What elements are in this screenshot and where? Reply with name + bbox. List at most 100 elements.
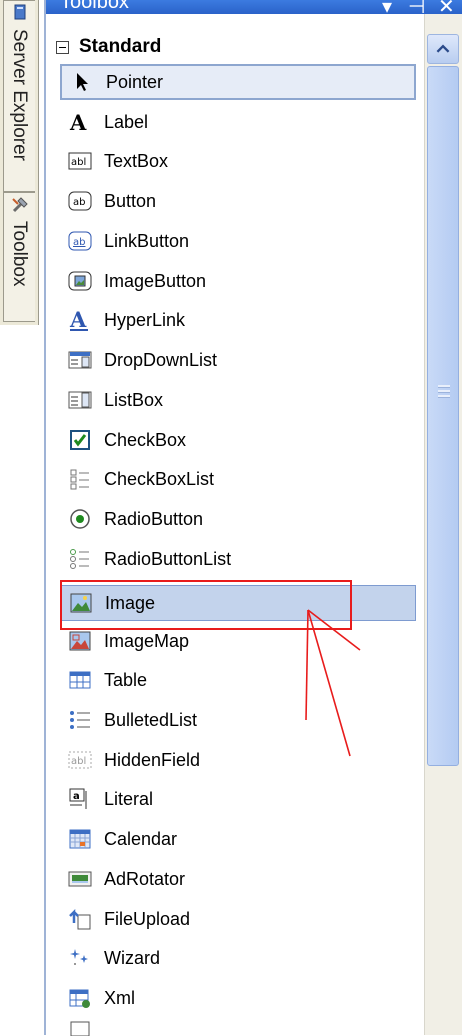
item-label: HiddenField (104, 749, 201, 770)
toolbox-item-partial[interactable] (60, 1020, 416, 1036)
toolbox-item-textbox[interactable]: abl TextBox (60, 143, 416, 179)
toolbox-item-adrotator[interactable]: AdRotator (60, 861, 416, 897)
item-label: Pointer (106, 71, 164, 92)
toolbox-icon (12, 197, 28, 213)
server-explorer-icon (14, 4, 26, 20)
textbox-icon: abl (68, 152, 92, 170)
scroll-up-button[interactable] (427, 34, 459, 64)
svg-text:a: a (73, 791, 80, 802)
chevron-up-icon (436, 44, 450, 53)
item-label: CheckBoxList (104, 468, 215, 489)
item-label: AdRotator (104, 868, 186, 889)
left-sidebar: Server Explorer Toolbox (0, 0, 40, 1035)
hiddenfield-icon: abl (68, 751, 92, 769)
toolbox-item-checkboxlist[interactable]: CheckBoxList (60, 461, 416, 497)
item-label: Label (104, 111, 149, 132)
toolbox-item-imagemap[interactable]: ImageMap (60, 623, 416, 659)
wizard-icon (70, 949, 88, 965)
auto-hide-pin-button[interactable]: ⊣ (408, 0, 425, 14)
adrotator-icon (68, 871, 92, 887)
checkboxlist-icon (70, 469, 89, 490)
toolbox-item-table[interactable]: Table (60, 662, 416, 698)
item-label: BulletedList (104, 709, 198, 730)
item-label: ImageButton (104, 270, 207, 291)
toolbox-item-pointer[interactable]: Pointer (60, 64, 416, 100)
toolbox-item-hiddenfield[interactable]: abl HiddenField (60, 742, 416, 778)
svg-text:abl: abl (71, 756, 86, 767)
item-label: Wizard (104, 947, 161, 968)
image-icon (70, 593, 92, 613)
svg-text:ab: ab (73, 237, 85, 248)
item-label: CheckBox (104, 429, 187, 450)
side-tab-strip: Server Explorer Toolbox (0, 0, 39, 325)
item-label: Calendar (104, 828, 178, 849)
radiobutton-icon (70, 509, 90, 529)
table-icon (69, 671, 91, 689)
toolbox-item-calendar[interactable]: Calendar (60, 821, 416, 857)
checkbox-icon (70, 430, 90, 450)
category-header-standard[interactable]: Standard (50, 34, 420, 60)
toolbox-item-listbox[interactable]: ListBox (60, 382, 416, 418)
bulletedlist-icon (70, 711, 90, 729)
item-label: ListBox (104, 389, 164, 410)
dropdownlist-icon (68, 351, 92, 369)
toolbox-item-linkbutton[interactable]: ab LinkButton (60, 223, 416, 259)
hyperlink-icon: A (69, 308, 88, 332)
item-label: DropDownList (104, 349, 218, 370)
scroll-thumb[interactable] (427, 66, 459, 766)
label-icon: A (69, 110, 87, 134)
toolbox-item-imagebutton[interactable]: ImageButton (60, 263, 416, 299)
linkbutton-icon: ab (68, 231, 92, 251)
toolbox-panel: Toolbox ▾ ⊣ ✕ Standard Pointer A Label a… (44, 0, 462, 1036)
close-button[interactable]: ✕ (438, 0, 455, 14)
toolbox-item-fileupload[interactable]: FileUpload (60, 901, 416, 937)
item-label: RadioButtonList (104, 548, 232, 569)
item-label: Xml (104, 987, 135, 1008)
calendar-icon (69, 829, 91, 849)
window-position-dropdown[interactable]: ▾ (382, 0, 392, 14)
toolbox-item-literal[interactable]: a Literal (60, 781, 416, 817)
toolbox-list: Standard Pointer A Label abl TextBox ab … (46, 14, 424, 1036)
item-label: RadioButton (104, 508, 204, 529)
xml-icon (69, 989, 90, 1008)
fileupload-icon (69, 908, 91, 930)
toolbox-item-xml[interactable]: Xml (60, 980, 416, 1016)
svg-text:ab: ab (73, 197, 85, 208)
item-label: LinkButton (104, 230, 190, 251)
toolbox-item-image[interactable]: Image (60, 585, 416, 621)
toolbox-item-hyperlink[interactable]: A HyperLink (60, 302, 416, 338)
toolbox-item-wizard[interactable]: Wizard (60, 940, 416, 976)
pointer-icon (77, 73, 88, 91)
svg-text:abl: abl (71, 157, 86, 168)
toolbox-item-radiobuttonlist[interactable]: RadioButtonList (60, 541, 416, 577)
item-label: HyperLink (104, 309, 186, 330)
side-tab-server-explorer[interactable]: Server Explorer (3, 0, 35, 192)
side-tab-server-explorer-label: Server Explorer (9, 29, 30, 161)
toolbox-item-button[interactable]: ab Button (60, 183, 416, 219)
imagebutton-icon (68, 271, 92, 291)
item-label: Button (104, 190, 157, 211)
vertical-scrollbar[interactable] (424, 14, 462, 1035)
button-icon: ab (68, 191, 92, 211)
radiobuttonlist-icon (70, 549, 89, 569)
collapse-icon[interactable] (56, 40, 69, 54)
toolbox-item-bulletedlist[interactable]: BulletedList (60, 702, 416, 738)
item-label: Table (104, 669, 148, 690)
category-label: Standard (79, 36, 162, 57)
item-label: TextBox (104, 150, 169, 171)
item-label: FileUpload (104, 908, 191, 929)
svg-text:A: A (69, 110, 87, 134)
side-tab-toolbox[interactable]: Toolbox (3, 192, 35, 322)
listbox-icon (68, 391, 92, 409)
toolbox-item-label[interactable]: A Label (60, 104, 416, 140)
item-label: Literal (104, 788, 154, 809)
partial-item-icon (70, 1021, 90, 1036)
toolbox-item-dropdownlist[interactable]: DropDownList (60, 342, 416, 378)
toolbox-title: Toolbox (60, 0, 129, 13)
item-label: Image (105, 592, 156, 613)
literal-icon: a (69, 788, 87, 809)
toolbox-item-checkbox[interactable]: CheckBox (60, 422, 416, 458)
toolbox-item-radiobutton[interactable]: RadioButton (60, 501, 416, 537)
svg-text:A: A (69, 308, 87, 332)
imagemap-icon (69, 631, 91, 651)
